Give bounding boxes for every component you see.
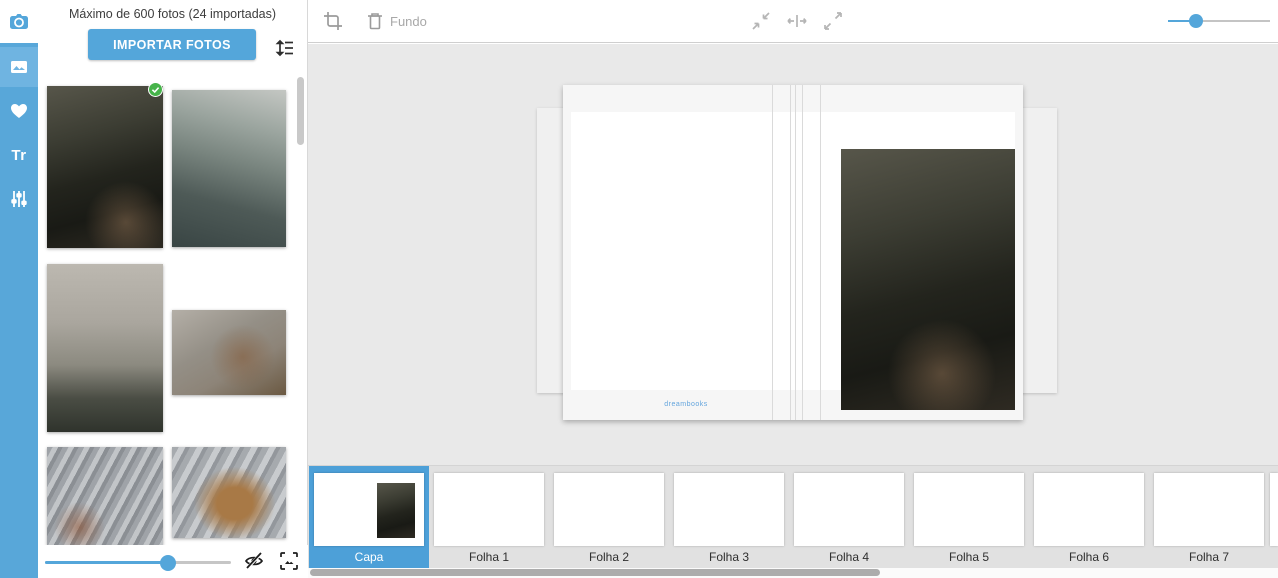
canvas: dreambooks	[308, 44, 1278, 465]
page-thumbnail	[1154, 473, 1264, 546]
mini-cover-photo	[377, 483, 415, 538]
photo-thumbnail[interactable]	[172, 90, 286, 247]
page-thumbnail	[1034, 473, 1144, 546]
page-thumbnail	[914, 473, 1024, 546]
photo-panel-scrollbar[interactable]	[297, 46, 305, 540]
spine-line	[795, 85, 796, 420]
photo-panel-footer	[38, 545, 308, 578]
photo-thumbnail[interactable]	[47, 264, 163, 432]
sidebar-item-photos[interactable]	[0, 47, 38, 87]
slider-thumb[interactable]	[160, 555, 176, 571]
page-thumbnail	[1270, 473, 1278, 546]
page-label: Folha 5	[909, 550, 1029, 564]
page-label: Folha 7	[1149, 550, 1269, 564]
filmstrip-page-folha-2[interactable]: Folha 2	[549, 466, 669, 569]
filmstrip-page-folha-6[interactable]: Folha 6	[1029, 466, 1149, 569]
photo-count-label: Máximo de 600 fotos (24 importadas)	[38, 7, 307, 21]
page-thumbnail	[794, 473, 904, 546]
page-label: Capa	[309, 550, 429, 564]
text-icon: Tr	[11, 147, 26, 164]
filmstrip-page-folha-3[interactable]: Folha 3	[669, 466, 789, 569]
filmstrip-page-folha-1[interactable]: Folha 1	[429, 466, 549, 569]
sort-order-icon[interactable]	[274, 37, 296, 59]
trash-icon	[366, 11, 384, 31]
filmstrip-page-folha-4[interactable]: Folha 4	[789, 466, 909, 569]
page-label: Folha 2	[549, 550, 669, 564]
filmstrip-page-folha-7[interactable]: Folha 7	[1149, 466, 1269, 569]
filmstrip-page-partial[interactable]	[1265, 466, 1278, 569]
filmstrip-page-capa[interactable]: Capa	[309, 466, 429, 569]
spine-line	[790, 85, 791, 420]
spine-line	[802, 85, 803, 420]
photo-thumbnail[interactable]	[172, 310, 286, 395]
remove-background-button[interactable]: Fundo	[366, 10, 427, 32]
left-toolbar: Tr	[0, 0, 38, 578]
page-thumbnail	[434, 473, 544, 546]
zoom-slider-thumb[interactable]	[1189, 14, 1203, 28]
camera-icon	[8, 11, 30, 33]
page-thumbnail	[674, 473, 784, 546]
filmstrip-page-folha-5[interactable]: Folha 5	[909, 466, 1029, 569]
crop-icon[interactable]	[322, 10, 344, 32]
sidebar-item-favorites[interactable]	[0, 91, 38, 131]
filmstrip-scrollbar[interactable]	[308, 568, 1278, 578]
photo-used-badge	[148, 82, 163, 97]
sidebar-item-adjustments[interactable]	[0, 179, 38, 219]
photo-thumbnail[interactable]	[47, 447, 163, 545]
cover-pages[interactable]: dreambooks	[571, 112, 1015, 390]
photo-thumbnail[interactable]	[172, 447, 286, 538]
adjustments-icon	[9, 189, 29, 209]
book-cover-spread[interactable]: dreambooks	[563, 85, 1023, 420]
photo-panel: Máximo de 600 fotos (24 importadas) IMPO…	[38, 0, 308, 578]
scrollbar-thumb[interactable]	[297, 77, 304, 145]
page-label: Folha 4	[789, 550, 909, 564]
photos-icon	[9, 57, 29, 77]
page-label: Folha 3	[669, 550, 789, 564]
zoom-slider[interactable]	[1168, 12, 1270, 30]
stretch-horizontal-icon[interactable]	[786, 10, 808, 32]
thumbnail-size-slider[interactable]	[45, 553, 231, 571]
shrink-photo-icon[interactable]	[750, 10, 772, 32]
photo-thumbnail[interactable]	[47, 86, 163, 248]
editor-toolbar: Fundo	[308, 0, 1278, 43]
page-label: Folha 6	[1029, 550, 1149, 564]
app-logo	[0, 0, 38, 43]
cover-photo[interactable]	[841, 149, 1015, 410]
brand-logo: dreambooks	[631, 401, 741, 408]
hide-used-photos-icon[interactable]	[243, 550, 265, 572]
page-label: Folha 1	[429, 550, 549, 564]
import-photos-button[interactable]: IMPORTAR FOTOS	[88, 29, 256, 60]
page-thumbnail	[554, 473, 664, 546]
spine-line	[772, 85, 773, 420]
spine-line	[820, 85, 821, 420]
sidebar-item-text[interactable]: Tr	[0, 135, 38, 175]
autofill-photos-icon[interactable]	[278, 550, 300, 572]
background-label: Fundo	[390, 14, 427, 29]
scrollbar-thumb[interactable]	[310, 569, 880, 576]
filmstrip: Capa Folha 1 Folha 2 Folha 3 Folha 4 Fol…	[308, 465, 1278, 568]
page-thumbnail	[314, 473, 424, 546]
heart-icon	[9, 101, 29, 121]
expand-photo-icon[interactable]	[822, 10, 844, 32]
